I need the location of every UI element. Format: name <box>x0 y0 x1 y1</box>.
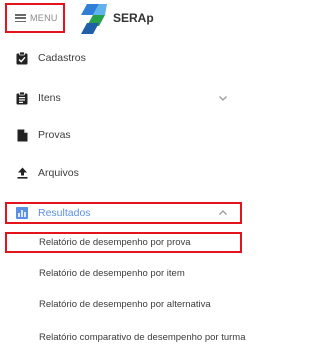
sub-item-label: Relatório de desempenho por item <box>39 267 185 279</box>
sub-item-label: Relatório de desempenho por prova <box>39 236 191 248</box>
nav-item-itens[interactable]: Itens <box>0 84 250 112</box>
nav-label-provas: Provas <box>38 129 71 141</box>
hamburger-icon <box>15 14 26 23</box>
brand-name: SERAp <box>113 11 154 25</box>
sub-item-report-alternativa[interactable]: Relatório de desempenho por alternativa <box>0 294 250 314</box>
nav-item-provas[interactable]: Provas <box>0 121 250 149</box>
nav-label-arquivos: Arquivos <box>38 167 79 179</box>
top-bar: MENU SERAp <box>0 0 250 40</box>
clipboard-check-icon <box>15 51 29 65</box>
chevron-down-icon[interactable] <box>218 93 228 103</box>
nav-item-cadastros[interactable]: Cadastros <box>0 44 250 72</box>
bar-chart-icon <box>15 206 29 220</box>
menu-label: MENU <box>30 13 58 23</box>
nav-item-arquivos[interactable]: Arquivos <box>0 159 250 187</box>
nav-label-cadastros: Cadastros <box>38 52 86 64</box>
nav-label-resultados: Resultados <box>38 207 91 219</box>
menu-button[interactable]: MENU <box>5 3 65 33</box>
sub-item-label: Relatório de desempenho por alternativa <box>39 298 211 310</box>
sub-item-report-prova[interactable]: Relatório de desempenho por prova <box>0 232 250 252</box>
nav-item-resultados[interactable]: Resultados <box>0 199 250 227</box>
document-icon <box>15 128 29 142</box>
chevron-up-icon[interactable] <box>218 208 228 218</box>
clipboard-list-icon <box>15 91 29 105</box>
serap-logo <box>81 4 107 34</box>
sub-item-report-item[interactable]: Relatório de desempenho por item <box>0 263 250 283</box>
sub-item-report-comparativo[interactable]: Relatório comparativo de desempenho por … <box>0 327 250 347</box>
nav-label-itens: Itens <box>38 92 61 104</box>
sub-item-label: Relatório comparativo de desempenho por … <box>39 331 246 343</box>
upload-icon <box>15 166 29 180</box>
